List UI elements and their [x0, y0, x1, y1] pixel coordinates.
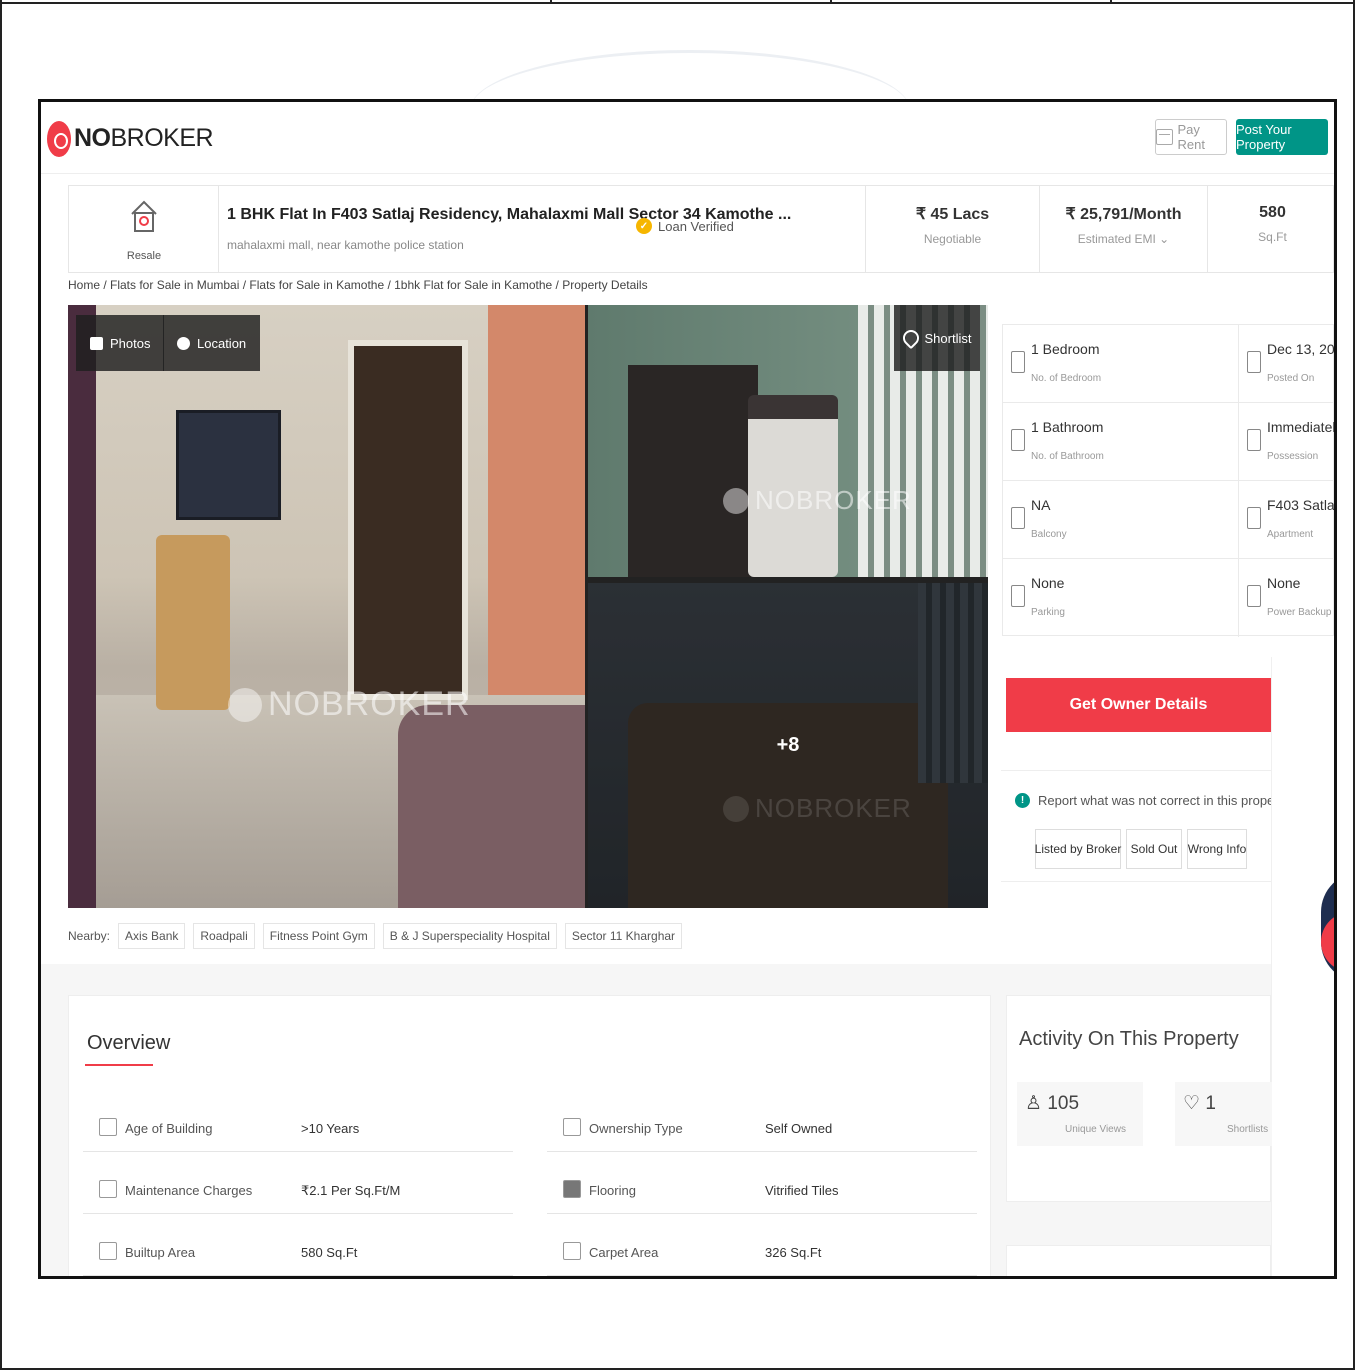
- spec-parking: None Parking: [1003, 559, 1239, 637]
- spec-bedroom: 1 Bedroom No. of Bedroom: [1003, 325, 1239, 403]
- photo-watermark: NOBROKER: [228, 685, 471, 724]
- more-photos-count[interactable]: +8: [588, 583, 988, 908]
- car-icon: [1011, 585, 1025, 607]
- location-button[interactable]: Location: [163, 315, 261, 371]
- price-note: Negotiable: [923, 232, 982, 246]
- credit-card-icon: [1156, 129, 1173, 145]
- loan-verified-badge: ✓ Loan Verified: [636, 218, 734, 234]
- balcony-icon: [1011, 507, 1025, 529]
- photo-gallery: NOBROKER Photos Location NOBROKER Shortl…: [68, 305, 988, 908]
- photo-watermark: NOBROKER: [723, 485, 912, 516]
- bed-icon: [1011, 351, 1025, 373]
- overview-row: Builtup Area 580 Sq.Ft: [83, 1228, 513, 1276]
- house-icon: [131, 200, 157, 232]
- ownership-icon: [563, 1118, 581, 1136]
- overview-row: Maintenance Charges ₹2.1 Per Sq.Ft/M: [83, 1166, 513, 1214]
- heart-icon: [899, 326, 922, 350]
- document-top-border: [0, 0, 1355, 4]
- overview-title: Overview: [87, 1032, 171, 1054]
- report-heading: ! Report what was not correct in this pr…: [1015, 793, 1289, 808]
- power-backup-icon: [1247, 585, 1261, 607]
- pay-rent-button[interactable]: Pay Rent: [1155, 119, 1227, 155]
- nearby-places: Nearby: Axis Bank Roadpali Fitness Point…: [68, 923, 988, 949]
- nearby-label: Nearby:: [68, 929, 111, 943]
- nearby-chip[interactable]: Axis Bank: [118, 923, 186, 949]
- price-stat: ₹ 45 Lacs Negotiable: [865, 186, 1039, 272]
- emi-value: ₹ 25,791/Month: [1065, 206, 1182, 223]
- breadcrumb[interactable]: Home / Flats for Sale in Mumbai / Flats …: [68, 278, 648, 292]
- overview-title-underline: [85, 1064, 153, 1066]
- main-photo[interactable]: NOBROKER: [68, 305, 585, 908]
- verified-icon: ✓: [636, 218, 652, 234]
- property-address: mahalaxmi mall, near kamothe police stat…: [227, 238, 464, 252]
- building-age-icon: [99, 1118, 117, 1136]
- shortlists-stat: ♡ 1 Shortlists: [1175, 1082, 1272, 1146]
- bedroom-photo[interactable]: NOBROKER +8: [588, 583, 988, 908]
- nearby-chip[interactable]: Roadpali: [193, 923, 255, 949]
- report-listed-by-broker-button[interactable]: Listed by Broker: [1035, 829, 1121, 869]
- carpet-area-icon: [563, 1242, 581, 1260]
- spec-possession: Immediately Possession: [1239, 403, 1334, 481]
- alert-icon: !: [1015, 793, 1030, 808]
- shortlist-button[interactable]: Shortlist: [894, 305, 980, 371]
- nearby-chip[interactable]: Fitness Point Gym: [262, 923, 375, 949]
- screenshot-window: NOBROKER Pay Rent Post Your Property Res…: [38, 99, 1337, 1279]
- get-owner-details-button[interactable]: Get Owner Details: [1006, 678, 1271, 732]
- spec-power-backup: None Power Backup: [1239, 559, 1334, 637]
- nearby-chip[interactable]: Sector 11 Kharghar: [564, 923, 683, 949]
- report-sold-out-button[interactable]: Sold Out: [1126, 829, 1182, 869]
- spec-bathroom: 1 Bathroom No. of Bathroom: [1003, 403, 1239, 481]
- overview-row: Flooring Vitrified Tiles: [547, 1166, 977, 1214]
- nearby-chip[interactable]: B & J Superspeciality Hospital: [382, 923, 557, 949]
- resale-badge: Resale: [69, 186, 219, 272]
- spec-posted-on: Dec 13, 2024 Posted On: [1239, 325, 1334, 403]
- property-specs: 1 Bedroom No. of Bedroom Dec 13, 2024 Po…: [1002, 324, 1334, 637]
- area-unit: Sq.Ft: [1258, 230, 1287, 244]
- area-value: 580: [1259, 204, 1286, 221]
- unique-views-stat: ♙ 105 Unique Views: [1017, 1082, 1143, 1146]
- report-wrong-info-button[interactable]: Wrong Info: [1187, 829, 1247, 869]
- location-icon: [177, 336, 190, 350]
- maintenance-icon: [99, 1180, 117, 1198]
- property-summary-bar: Resale 1 BHK Flat In F403 Satlaj Residen…: [68, 185, 1334, 273]
- nobroker-logo[interactable]: NOBROKER: [74, 124, 214, 153]
- camera-icon: [90, 336, 103, 350]
- building-icon: [1247, 507, 1261, 529]
- heart-outline-icon: ♡: [1183, 1093, 1201, 1114]
- emi-stat[interactable]: ₹ 25,791/Month Estimated EMI ⌄: [1039, 186, 1207, 272]
- price-value: ₹ 45 Lacs: [915, 206, 990, 223]
- photos-button[interactable]: Photos: [76, 315, 165, 371]
- overview-card: Overview Age of Building >10 Years Owner…: [68, 995, 991, 1276]
- spec-balcony: NA Balcony: [1003, 481, 1239, 559]
- right-gutter: [1271, 657, 1334, 1276]
- key-icon: [1247, 429, 1261, 451]
- report-section: ! Report what was not correct in this pr…: [1001, 770, 1289, 882]
- site-header: NOBROKER Pay Rent Post Your Property: [41, 102, 1334, 174]
- activity-card: Activity On This Property ♙ 105 Unique V…: [1006, 995, 1272, 1202]
- activity-title: Activity On This Property: [1019, 1028, 1239, 1050]
- overview-row: Age of Building >10 Years: [83, 1104, 513, 1152]
- nobroker-logo-icon[interactable]: [47, 121, 71, 157]
- post-your-property-button[interactable]: Post Your Property: [1236, 119, 1328, 155]
- property-type-label: Resale: [126, 250, 162, 262]
- user-icon: ♙: [1025, 1093, 1043, 1114]
- emi-dropdown[interactable]: Estimated EMI ⌄: [1040, 232, 1207, 246]
- spec-apartment: F403 Satlaj Re Apartment: [1239, 481, 1334, 559]
- calendar-icon: [1247, 351, 1261, 373]
- flooring-icon: [563, 1180, 581, 1198]
- overview-row: Carpet Area 326 Sq.Ft: [547, 1228, 977, 1276]
- secondary-card: [1006, 1245, 1271, 1276]
- bathroom-icon: [1011, 429, 1025, 451]
- area-stat: 580 Sq.Ft: [1207, 186, 1334, 272]
- overview-row: Ownership Type Self Owned: [547, 1104, 977, 1152]
- builtup-area-icon: [99, 1242, 117, 1260]
